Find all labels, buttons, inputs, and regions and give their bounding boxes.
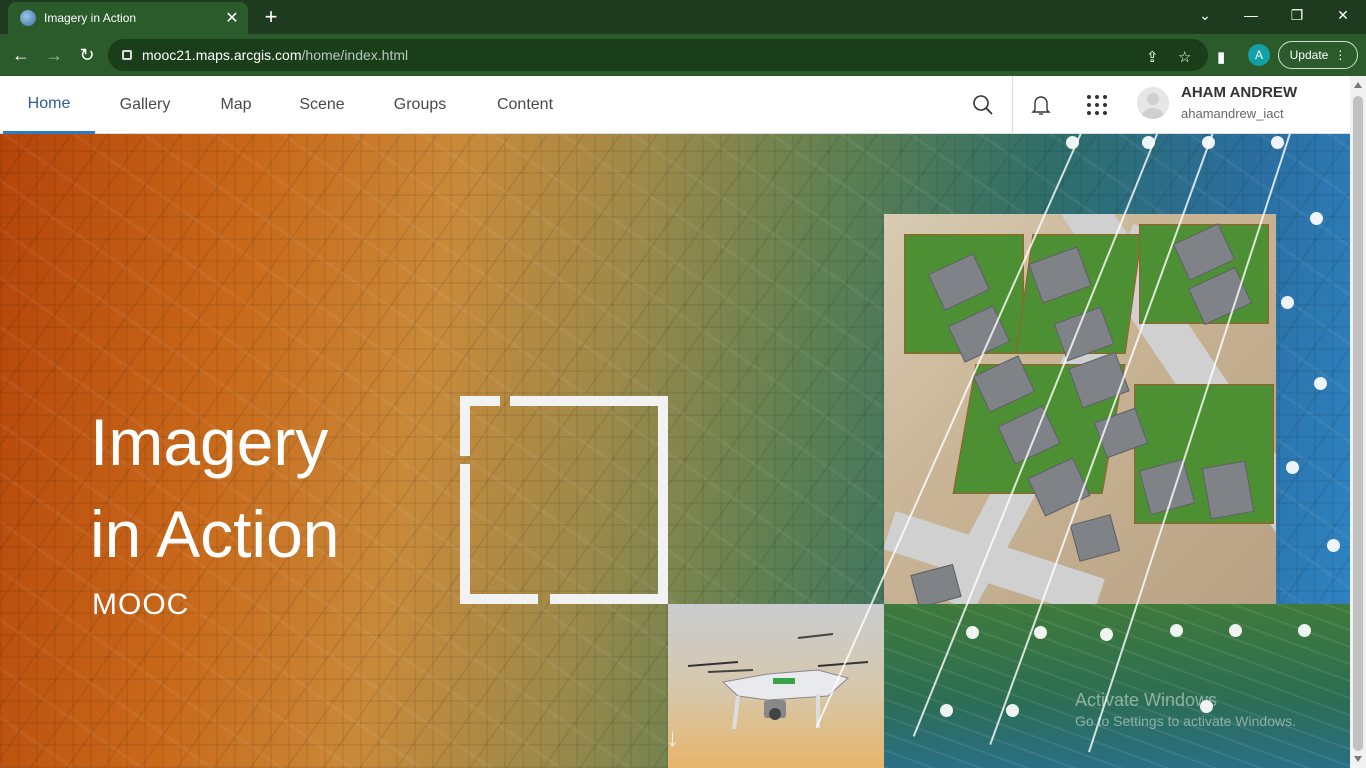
scrollbar-thumb[interactable]: [1353, 96, 1363, 751]
more-icon: ⋮: [1334, 48, 1347, 62]
browser-tab-strip: Imagery in Action ✕ + ⌄ — ❐ ✕: [0, 0, 1366, 34]
tab-title: Imagery in Action: [44, 11, 137, 25]
satellite-dot: [1271, 136, 1284, 149]
satellite-dot: [1327, 539, 1340, 552]
tab-content[interactable]: Content: [485, 76, 565, 134]
scroll-down-icon[interactable]: [1354, 756, 1362, 762]
maximize-button[interactable]: ❐: [1274, 0, 1320, 30]
close-tab-icon[interactable]: ✕: [220, 8, 244, 28]
share-icon[interactable]: ⇪: [1146, 48, 1159, 66]
reload-icon[interactable]: ↻: [74, 42, 100, 68]
site-header: Home Gallery Map Scene Groups Content AH…: [0, 76, 1350, 134]
lock-icon: [122, 50, 132, 60]
satellite-dot: [1286, 461, 1299, 474]
new-tab-button[interactable]: +: [258, 4, 284, 30]
satellite-dot: [966, 626, 979, 639]
close-window-button[interactable]: ✕: [1320, 0, 1366, 30]
sidebar-icon[interactable]: ▮: [1217, 48, 1225, 66]
star-icon[interactable]: ☆: [1178, 48, 1191, 66]
update-button[interactable]: Update ⋮: [1278, 41, 1358, 69]
satellite-dot: [940, 704, 953, 717]
user-handle: ahamandrew_iact: [1181, 106, 1284, 121]
satellite-dot: [1170, 624, 1183, 637]
app-launcher-icon[interactable]: [1084, 92, 1110, 118]
browser-tab[interactable]: Imagery in Action ✕: [8, 2, 248, 34]
satellite-dot: [1066, 136, 1079, 149]
page-scrollbar[interactable]: [1350, 76, 1366, 768]
scroll-up-icon[interactable]: [1354, 82, 1362, 88]
tab-map[interactable]: Map: [207, 76, 265, 134]
drone-image: [668, 604, 884, 768]
satellite-dot: [1034, 626, 1047, 639]
satellite-dot: [1298, 624, 1311, 637]
terrain-image: [884, 604, 1350, 768]
search-icon[interactable]: [970, 92, 996, 118]
tab-home[interactable]: Home: [3, 76, 95, 134]
forward-icon[interactable]: →: [41, 42, 67, 68]
satellite-dot: [1142, 136, 1155, 149]
hero-banner: Imagery in Action MOOC ↓ Activate Window…: [0, 134, 1350, 768]
user-avatar[interactable]: [1137, 87, 1169, 119]
windows-activation-watermark: Activate Windows Go to Settings to activ…: [1075, 690, 1296, 729]
satellite-dot: [1100, 628, 1113, 641]
satellite-dot: [1314, 377, 1327, 390]
satellite-dot: [1310, 212, 1323, 225]
aerial-housing-image: [884, 214, 1276, 604]
scroll-down-arrow-icon[interactable]: ↓: [666, 722, 679, 752]
user-name[interactable]: AHAM ANDREW: [1181, 84, 1297, 101]
hero-subtitle: MOOC: [92, 588, 190, 621]
back-icon[interactable]: ←: [8, 42, 34, 68]
globe-icon: [20, 10, 36, 26]
satellite-dot: [1281, 296, 1294, 309]
profile-avatar[interactable]: A: [1248, 44, 1270, 66]
header-divider: [1012, 76, 1013, 134]
tab-groups[interactable]: Groups: [382, 76, 458, 134]
url-text: mooc21.maps.arcgis.com/home/index.html: [142, 47, 409, 63]
frame-graphic: [460, 396, 668, 604]
tab-gallery[interactable]: Gallery: [107, 76, 183, 134]
address-bar[interactable]: mooc21.maps.arcgis.com/home/index.html: [108, 39, 1208, 71]
tab-search-icon[interactable]: ⌄: [1182, 0, 1228, 30]
satellite-dot: [1006, 704, 1019, 717]
satellite-dot: [1202, 136, 1215, 149]
satellite-dot: [1229, 624, 1242, 637]
browser-toolbar: ← → ↻ mooc21.maps.arcgis.com/home/index.…: [0, 34, 1366, 76]
tab-scene[interactable]: Scene: [290, 76, 354, 134]
minimize-button[interactable]: —: [1228, 0, 1274, 30]
bell-icon[interactable]: [1028, 92, 1054, 118]
hero-title: Imagery in Action: [90, 405, 340, 571]
